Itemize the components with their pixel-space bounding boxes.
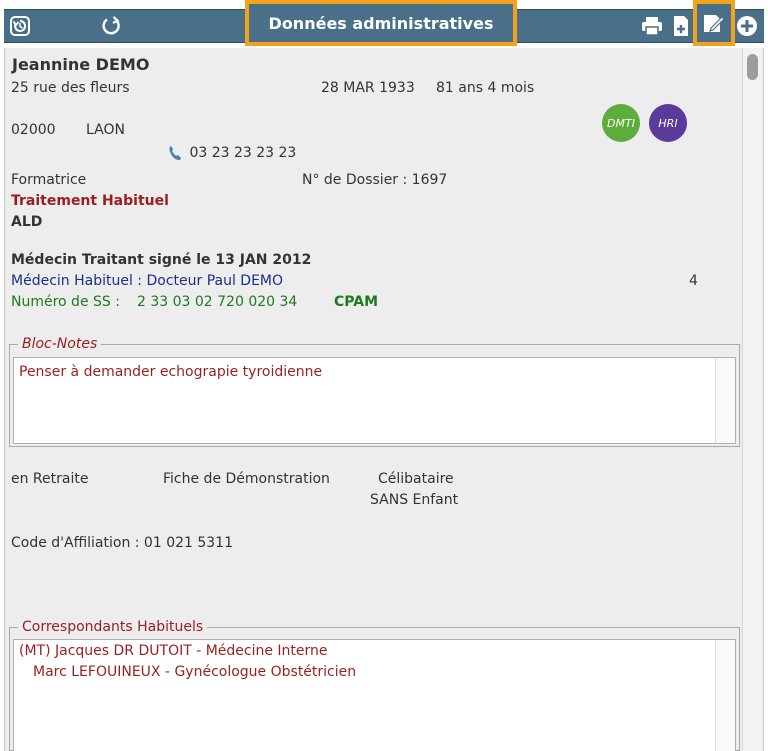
profession: Formatrice <box>11 172 87 188</box>
ss-number: 2 33 03 02 720 020 34 <box>137 294 298 310</box>
ald-label: ALD <box>11 214 43 230</box>
phone-icon <box>169 146 181 160</box>
correspondants-legend: Correspondants Habituels <box>18 618 208 636</box>
patient-address: 25 rue des fleurs <box>11 80 130 96</box>
scroll-thumb[interactable] <box>747 54 758 80</box>
edit-button[interactable] <box>693 0 735 46</box>
doctor-signed: Médecin Traitant signé le 13 JAN 2012 <box>11 252 312 268</box>
phone-line: 03 23 23 23 23 <box>167 144 296 162</box>
ss-label: Numéro de SS : <box>11 294 120 310</box>
phone-number: 03 23 23 23 23 <box>189 145 297 161</box>
patient-age: 81 ans 4 mois <box>436 80 535 96</box>
toolbar: Données administratives <box>0 0 768 48</box>
refresh-icon[interactable] <box>100 14 124 38</box>
edit-icon <box>704 15 725 32</box>
admin-panel: Jeannine DEMO 25 rue des fleurs 28 MAR 1… <box>4 48 764 751</box>
treatment-label[interactable]: Traitement Habituel <box>11 192 169 210</box>
add-circle-icon[interactable] <box>735 14 759 38</box>
correspondants-group: Correspondants Habituels (MT) Jacques DR… <box>9 618 740 751</box>
history-back-icon[interactable] <box>8 14 32 38</box>
children-status: SANS Enfant <box>370 492 459 508</box>
cpam-label: CPAM <box>334 294 379 310</box>
city: LAON <box>86 122 125 138</box>
page-title-box: Données administratives <box>245 0 517 46</box>
bloc-notes-scrollbar[interactable] <box>715 358 735 443</box>
correspondants-scrollbar[interactable] <box>715 640 735 751</box>
bloc-notes-textarea[interactable]: Penser à demander echograpie tyroidienne <box>13 357 736 444</box>
bloc-notes-legend: Bloc-Notes <box>18 335 102 353</box>
habitual-doctor: Médecin Habituel : Docteur Paul DEMO <box>11 273 284 289</box>
bloc-notes-group: Bloc-Notes Penser à demander echograpie … <box>9 335 740 447</box>
dossier-number: N° de Dossier : 1697 <box>302 172 448 188</box>
marital-status: Célibataire <box>378 471 454 487</box>
hri-badge[interactable]: HRI <box>649 104 687 142</box>
fiche-label: Fiche de Démonstration <box>163 471 330 487</box>
doctor-count: 4 <box>689 273 698 289</box>
postal-code: 02000 <box>11 122 56 138</box>
birth-date: 28 MAR 1933 <box>321 80 415 96</box>
affiliation-code: Code d'Affiliation : 01 021 5311 <box>11 535 233 551</box>
bloc-notes-text: Penser à demander echograpie tyroidienne <box>19 364 323 380</box>
correspondants-list[interactable]: (MT) Jacques DR DUTOIT - Médecine Intern… <box>13 639 736 751</box>
correspondant-item[interactable]: Marc LEFOUINEUX - Gynécologue Obstétrici… <box>33 663 356 681</box>
patient-name: Jeannine DEMO <box>12 55 150 74</box>
correspondant-item[interactable]: (MT) Jacques DR DUTOIT - Médecine Intern… <box>19 642 328 660</box>
add-document-icon[interactable] <box>670 14 694 38</box>
dmti-badge[interactable]: DMTI <box>602 104 640 142</box>
vertical-scrollbar[interactable] <box>742 48 762 751</box>
page-title: Données administratives <box>268 13 494 33</box>
print-icon[interactable] <box>640 14 664 38</box>
retirement-status: en Retraite <box>11 471 89 487</box>
